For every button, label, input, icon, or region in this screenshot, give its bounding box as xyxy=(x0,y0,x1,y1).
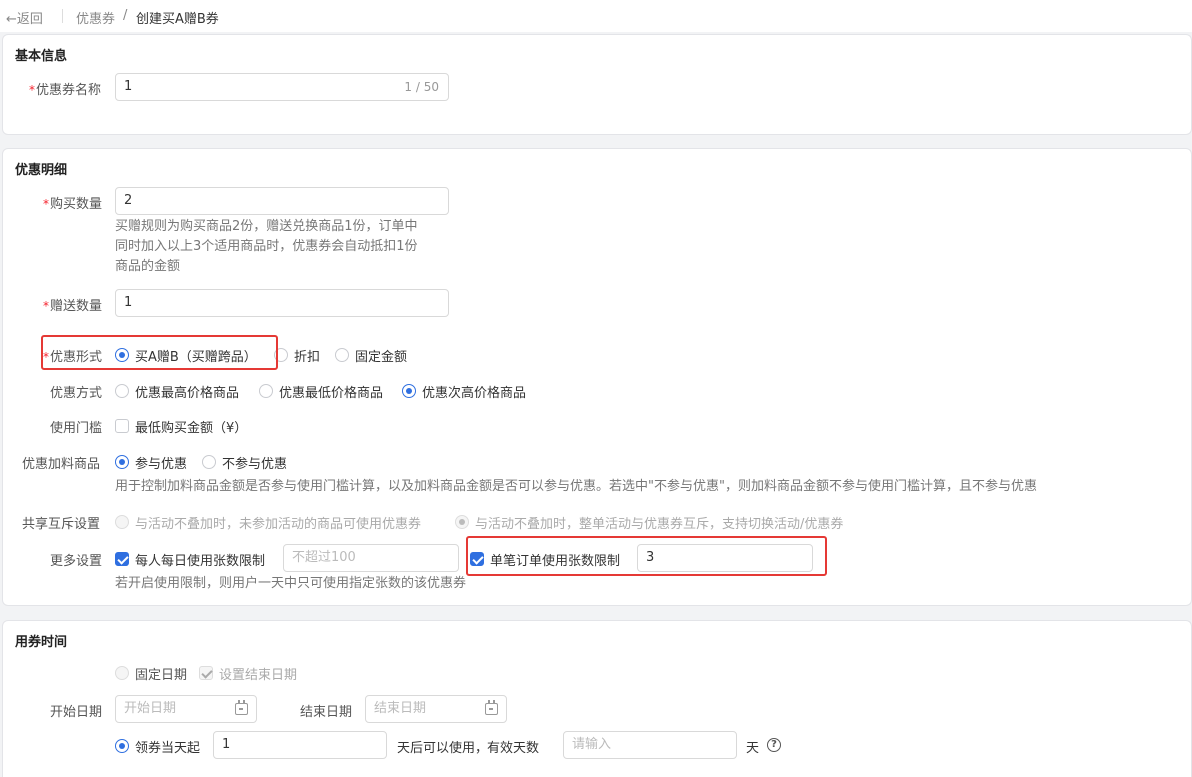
radio-icon xyxy=(455,515,469,529)
usage-time-card: 用券时间 固定日期 设置结束日期 开始日期 开始日期 结束日期 结束日期 领券当… xyxy=(2,620,1192,777)
top-bar: ←返回 优惠券 / 创建买A赠B券 xyxy=(0,0,1192,32)
breadcrumb-current: 创建买A赠B券 xyxy=(136,12,219,27)
more-settings-label: 更多设置 xyxy=(50,554,103,569)
valid-days-label: 有效天数 xyxy=(487,741,540,756)
addon-option-not-participate[interactable]: 不参与优惠 xyxy=(202,453,287,472)
start-date-label: 开始日期 xyxy=(50,705,103,720)
share-option-exclusive[interactable]: 与活动不叠加时，整单活动与优惠券互斥，支持切换活动/优惠券 xyxy=(455,513,843,532)
buy-qty-label: *购买数量 xyxy=(43,197,103,212)
calendar-icon xyxy=(485,700,498,715)
radio-icon xyxy=(115,348,129,362)
discount-detail-card: 优惠明细 *购买数量 2 买赠规则为购买商品2份，赠送兑换商品1份，订单中 同时… xyxy=(2,148,1192,606)
radio-icon xyxy=(115,515,129,529)
share-label: 共享互斥设置 xyxy=(22,517,101,532)
form-option-buy-a-get-b[interactable]: 买A赠B（买赠跨品） xyxy=(115,346,257,365)
section-title-detail: 优惠明细 xyxy=(15,163,68,178)
end-date-picker[interactable]: 结束日期 xyxy=(365,695,507,723)
checkbox-icon xyxy=(199,666,213,680)
from-receive-radio[interactable]: 领券当天起 xyxy=(115,737,200,756)
radio-icon xyxy=(202,455,216,469)
radio-icon xyxy=(259,384,273,398)
method-option-lowest[interactable]: 优惠最低价格商品 xyxy=(259,382,383,401)
char-count: 1 / 50 xyxy=(404,80,439,94)
end-date-label: 结束日期 xyxy=(300,705,353,720)
method-option-second-highest[interactable]: 优惠次高价格商品 xyxy=(402,382,526,401)
breadcrumb-parent[interactable]: 优惠券 xyxy=(76,8,115,27)
discount-method-label: 优惠方式 xyxy=(50,386,103,401)
fixed-date-radio[interactable]: 固定日期 xyxy=(115,664,187,683)
share-option-partial[interactable]: 与活动不叠加时，未参加活动的商品可使用优惠券 xyxy=(115,513,421,532)
more-settings-hint: 若开启使用限制，则用户一天中只可使用指定张数的该优惠券 xyxy=(115,576,467,591)
gift-qty-label: *赠送数量 xyxy=(43,299,103,314)
after-text: 天后可以使用， xyxy=(397,741,489,756)
order-limit-input[interactable]: 3 xyxy=(637,544,813,572)
discount-form-label: *优惠形式 xyxy=(43,350,103,365)
arrow-left-icon: ← xyxy=(6,12,17,27)
method-option-highest[interactable]: 优惠最高价格商品 xyxy=(115,382,239,401)
radio-icon xyxy=(115,666,129,680)
buy-qty-hint: 买赠规则为购买商品2份，赠送兑换商品1份，订单中 同时加入以上3个适用商品时，优… xyxy=(115,219,418,274)
start-date-picker[interactable]: 开始日期 xyxy=(115,695,257,723)
radio-icon xyxy=(402,384,416,398)
section-title-basic: 基本信息 xyxy=(15,49,68,64)
daily-limit-input[interactable]: 不超过100 xyxy=(283,544,459,572)
radio-icon xyxy=(115,455,129,469)
checkbox-icon xyxy=(470,552,484,566)
checkbox-icon xyxy=(115,419,129,433)
radio-icon xyxy=(274,348,288,362)
breadcrumb-separator: / xyxy=(123,8,128,23)
gift-qty-input[interactable]: 1 xyxy=(115,289,449,317)
section-title-time: 用券时间 xyxy=(15,635,68,650)
radio-icon xyxy=(115,384,129,398)
basic-info-card: 基本信息 *优惠券名称 1 1 / 50 xyxy=(2,34,1192,135)
back-label: 返回 xyxy=(16,12,43,27)
valid-days-input[interactable]: 请输入 xyxy=(563,731,737,759)
threshold-label: 使用门槛 xyxy=(50,421,103,436)
order-limit-checkbox[interactable]: 单笔订单使用张数限制 xyxy=(470,550,620,569)
days-after-input[interactable]: 1 xyxy=(213,731,387,759)
set-end-date-checkbox[interactable]: 设置结束日期 xyxy=(199,664,297,683)
radio-icon xyxy=(115,739,129,753)
threshold-checkbox[interactable]: 最低购买金额（¥） xyxy=(115,417,247,436)
buy-qty-input[interactable]: 2 xyxy=(115,187,449,215)
addon-hint: 用于控制加料商品金额是否参与使用门槛计算，以及加料商品金额是否可以参与优惠。若选… xyxy=(115,479,1037,494)
addon-label: 优惠加料商品 xyxy=(22,457,101,472)
day-unit: 天 xyxy=(746,741,760,756)
addon-option-participate[interactable]: 参与优惠 xyxy=(115,453,187,472)
daily-limit-checkbox[interactable]: 每人每日使用张数限制 xyxy=(115,550,265,569)
divider xyxy=(62,9,63,23)
form-option-discount[interactable]: 折扣 xyxy=(274,346,320,365)
radio-icon xyxy=(335,348,349,362)
question-circle-icon[interactable]: ? xyxy=(767,738,781,752)
checkbox-icon xyxy=(115,552,129,566)
coupon-name-input[interactable]: 1 1 / 50 xyxy=(115,73,449,101)
back-button[interactable]: ←返回 xyxy=(6,8,43,27)
form-option-fixed-amount[interactable]: 固定金额 xyxy=(335,346,407,365)
coupon-name-label: *优惠券名称 xyxy=(29,83,102,98)
calendar-icon xyxy=(235,700,248,715)
